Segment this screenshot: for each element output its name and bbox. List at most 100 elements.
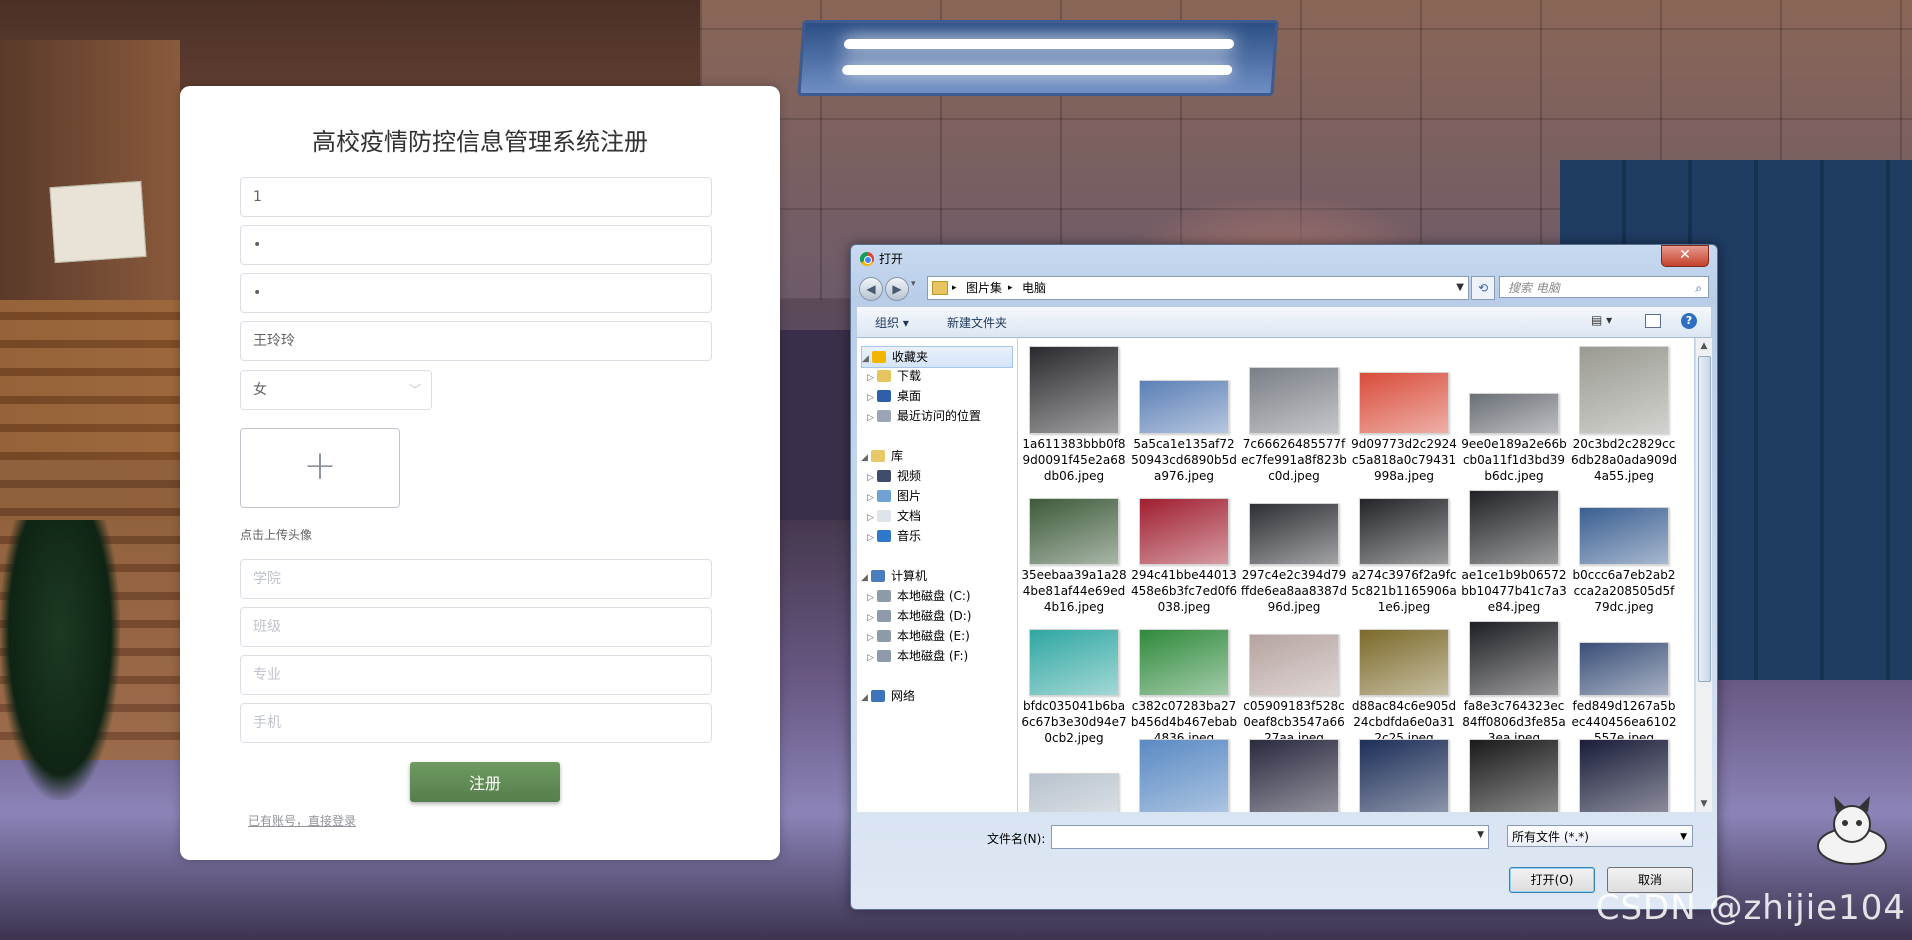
file-item[interactable]: 297c4e2c394d79ffde6ea8aa8387d96d.jpeg [1240, 477, 1348, 615]
nav-item[interactable]: ▷ 音乐 [867, 526, 1015, 546]
nav-item-label: 音乐 [897, 529, 922, 543]
search-input[interactable]: 搜索 电脑 ⌕ [1499, 276, 1709, 298]
nav-item[interactable]: ◢ 网络 [861, 686, 1011, 706]
file-thumbnail [1249, 477, 1339, 565]
file-item[interactable]: bfdc035041b6ba6c67b3e30d94e70cb2.jpeg [1020, 608, 1128, 746]
file-item[interactable] [1460, 739, 1568, 812]
file-item[interactable]: b0ccc6a7eb2ab2cca2a208505d5f79dc.jpeg [1570, 477, 1678, 615]
file-item[interactable]: 9d09773d2c2924c5a818a0c79431998a.jpeg [1350, 346, 1458, 484]
expand-arrow-icon[interactable]: ▷ [867, 588, 877, 608]
file-item[interactable]: a274c3976f2a9fc5c821b1165906a1e6.jpeg [1350, 477, 1458, 615]
college-input[interactable]: 学院 [240, 559, 712, 599]
breadcrumb-pictures[interactable]: 图片集 [966, 277, 1002, 299]
major-input[interactable]: 专业 [240, 655, 712, 695]
expand-arrow-icon[interactable]: ▷ [867, 508, 877, 528]
file-item[interactable]: 7c66626485577fec7fe991a8f823bc0d.jpeg [1240, 346, 1348, 484]
drive-icon [877, 650, 891, 662]
password-input[interactable]: • [240, 225, 712, 265]
file-type-select[interactable]: 所有文件 (*.*) ▼ [1507, 825, 1693, 847]
nav-item[interactable]: ▷ 本地磁盘 (D:) [867, 606, 1015, 626]
login-link[interactable]: 已有账号，直接登录 [248, 812, 356, 829]
file-item[interactable]: d88ac84c6e905d24cbdfda6e0a312c25.jpeg [1350, 608, 1458, 746]
scroll-down-icon[interactable]: ▼ [1696, 796, 1712, 812]
file-item[interactable]: 1a611383bbb0f89d0091f45e2a68db06.jpeg [1020, 346, 1128, 484]
dialog-titlebar[interactable]: 打开 ✕ [851, 245, 1717, 271]
expand-arrow-icon[interactable]: ▷ [867, 528, 877, 548]
file-item[interactable]: c05909183f528c0eaf8cb3547a6627aa.jpeg [1240, 608, 1348, 746]
nav-item[interactable]: ▷ 文档 [867, 506, 1015, 526]
expand-arrow-icon[interactable]: ▷ [867, 468, 877, 488]
collapse-arrow-icon[interactable]: ◢ [861, 448, 871, 468]
expand-arrow-icon[interactable]: ▷ [867, 388, 877, 408]
chevron-down-icon[interactable]: ▼ [1456, 277, 1464, 299]
class-input[interactable]: 班级 [240, 607, 712, 647]
file-item[interactable]: fed849d1267a5bec440456ea6102557e.jpeg [1570, 608, 1678, 746]
phone-input[interactable]: 手机 [240, 703, 712, 743]
nav-item[interactable]: ◢ 计算机 [861, 566, 1011, 586]
avatar-upload[interactable]: + [240, 428, 400, 508]
file-item[interactable] [1240, 739, 1348, 812]
file-item[interactable]: 294c41bbe44013458e6b3fc7ed0f6038.jpeg [1130, 477, 1238, 615]
filename-input[interactable]: ▼ [1051, 825, 1489, 849]
breadcrumb-computers[interactable]: 电脑 [1022, 277, 1046, 299]
back-button[interactable]: ◀ [859, 277, 883, 301]
wall-poster [49, 180, 147, 264]
nav-item[interactable]: ▷ 本地磁盘 (F:) [867, 646, 1015, 666]
scroll-up-icon[interactable]: ▲ [1696, 338, 1712, 354]
help-icon[interactable]: ? [1681, 313, 1697, 329]
nav-item[interactable]: ▷ 桌面 [867, 386, 1015, 406]
address-bar[interactable]: ▸ 图片集 ▸ 电脑 ▼ [927, 276, 1469, 300]
navigation-pane: ◢ 收藏夹 ▷ 下载 ▷ 桌面 ▷ 最近访问的位置 ◢ 库 ▷ 视频 ▷ 图片 ▷ 文档 ▷ 音乐 ◢ 计算机 ▷ 本地磁… [857, 338, 1018, 812]
username-input[interactable]: 1 [240, 177, 712, 217]
organize-menu[interactable]: 组织 ▾ [875, 314, 909, 331]
refresh-icon[interactable]: ⟲ [1471, 276, 1495, 300]
nav-item[interactable]: ◢ 库 [861, 446, 1011, 466]
file-item[interactable]: 35eebaa39a1a284be81af44e69ed4b16.jpeg [1020, 477, 1128, 615]
nav-item[interactable]: ▷ 本地磁盘 (C:) [867, 586, 1015, 606]
file-item[interactable]: 9ee0e189a2e66bcb0a11f1d3bd39b6dc.jpeg [1460, 346, 1568, 484]
recent-dropdown-icon[interactable]: ▾ [911, 279, 916, 289]
new-folder-button[interactable]: 新建文件夹 [947, 314, 1007, 331]
change-view-icon[interactable]: ▤ ▾ [1591, 313, 1621, 329]
nav-item[interactable]: ◢ 收藏夹 [861, 346, 1013, 368]
vertical-scrollbar[interactable]: ▲ ▼ [1695, 338, 1712, 812]
open-button[interactable]: 打开(O) [1509, 867, 1595, 893]
gender-select[interactable]: 女 ﹀ [240, 370, 432, 410]
expand-arrow-icon[interactable]: ▷ [867, 408, 877, 428]
file-item[interactable]: ae1ce1b9b06572bb10477b41c7a3e84.jpeg [1460, 477, 1568, 615]
nav-item[interactable]: ▷ 图片 [867, 486, 1015, 506]
file-item[interactable]: c382c07283ba27b456d4b467ebab4836.jpeg [1130, 608, 1238, 746]
nav-item[interactable]: ▷ 最近访问的位置 [867, 406, 1015, 426]
forward-button[interactable]: ▶ [885, 277, 909, 301]
file-item[interactable] [1570, 739, 1678, 812]
image-thumbnail [1469, 739, 1559, 812]
collapse-arrow-icon[interactable]: ◢ [861, 688, 871, 708]
confirm-password-input[interactable]: • [240, 273, 712, 313]
preview-pane-icon[interactable] [1645, 314, 1661, 328]
chevron-down-icon[interactable]: ▼ [1477, 830, 1484, 840]
file-thumbnail [1029, 608, 1119, 696]
file-item[interactable]: 20c3bd2c2829cc6db28a0ada909d4a55.jpeg [1570, 346, 1678, 484]
register-button[interactable]: 注册 [410, 762, 560, 802]
nav-item[interactable]: ▷ 视频 [867, 466, 1015, 486]
close-button[interactable]: ✕ [1661, 245, 1709, 267]
expand-arrow-icon[interactable]: ▷ [867, 488, 877, 508]
scrollbar-thumb[interactable] [1698, 356, 1711, 682]
realname-input[interactable]: 王玲玲 [240, 321, 712, 361]
file-item[interactable] [1020, 739, 1128, 812]
image-thumbnail [1139, 629, 1229, 696]
expand-arrow-icon[interactable]: ▷ [867, 608, 877, 628]
nav-item-label: 图片 [897, 489, 922, 503]
file-item[interactable] [1130, 739, 1238, 812]
expand-arrow-icon[interactable]: ▷ [867, 648, 877, 668]
file-thumbnail [1469, 346, 1559, 434]
file-item[interactable]: 5a5ca1e135af7250943cd6890b5da976.jpeg [1130, 346, 1238, 484]
collapse-arrow-icon[interactable]: ◢ [861, 568, 871, 588]
nav-item[interactable]: ▷ 下载 [867, 366, 1015, 386]
nav-item-label: 桌面 [897, 389, 922, 403]
expand-arrow-icon[interactable]: ▷ [867, 368, 877, 388]
file-item[interactable] [1350, 739, 1458, 812]
expand-arrow-icon[interactable]: ▷ [867, 628, 877, 648]
nav-item[interactable]: ▷ 本地磁盘 (E:) [867, 626, 1015, 646]
file-item[interactable]: fa8e3c764323ec84ff0806d3fe85a3ea.jpeg [1460, 608, 1568, 746]
